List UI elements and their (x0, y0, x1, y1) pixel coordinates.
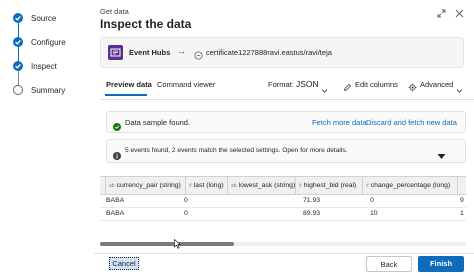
string-type-icon: ab (231, 183, 237, 189)
preview-table: ab currency_pair (string) # last (long) ab… (100, 176, 466, 246)
table-row[interactable]: BABA 0 71.93 0 9 (100, 194, 466, 208)
table-row[interactable]: BABA 0 89.93 10 1 (100, 207, 466, 221)
cancel-button[interactable]: Cancel (100, 256, 148, 272)
column-header-currency-pair[interactable]: ab currency_pair (string) (105, 177, 185, 194)
number-type-icon: # (299, 183, 302, 189)
finish-button[interactable]: Finish (418, 256, 464, 272)
edit-columns-button[interactable]: Edit columns (355, 80, 398, 89)
back-button[interactable]: Back (366, 256, 412, 272)
source-name: Event Hubs (129, 48, 171, 57)
column-header-overflow (457, 177, 466, 194)
column-header-highest-bid[interactable]: # highest_bid (real) (295, 177, 362, 194)
horizontal-scrollbar[interactable] (100, 242, 466, 246)
tab-preview-data[interactable]: Preview data (106, 80, 152, 89)
step-source-check-icon (13, 13, 23, 23)
advanced-button[interactable]: Advanced (420, 80, 453, 89)
fetch-more-data-link[interactable]: Fetch more data (312, 118, 367, 127)
step-summary-circle-icon (13, 85, 23, 95)
tab-preview-underline (105, 94, 147, 96)
info-icon (113, 147, 121, 165)
expand-icon[interactable] (437, 9, 446, 20)
link-icon (194, 47, 203, 65)
edit-columns-icon[interactable] (343, 79, 352, 97)
footer-divider (94, 253, 474, 254)
source-bar: Event Hubs → certificate1227888ravi.east… (100, 37, 464, 68)
format-label: Format: (268, 80, 294, 89)
page-title: Inspect the data (100, 17, 192, 31)
string-type-icon: ab (109, 183, 115, 189)
sample-found-text: Data sample found. (125, 118, 191, 127)
number-type-icon: # (189, 183, 192, 189)
step-summary-label[interactable]: Summary (31, 86, 65, 95)
mouse-cursor-icon (174, 236, 182, 254)
advanced-chevron-down-icon[interactable] (456, 81, 463, 99)
discard-fetch-new-link[interactable]: Discard and fetch new data (366, 118, 457, 127)
toolbar-divider (100, 99, 474, 100)
arrow-right-icon: → (177, 46, 186, 56)
column-header-change-percentage[interactable]: # change_percentage (long) (362, 177, 457, 194)
step-configure-check-icon (13, 37, 23, 47)
horizontal-scrollbar-thumb[interactable] (100, 242, 234, 246)
success-check-icon (113, 118, 121, 136)
format-select[interactable]: JSON (296, 79, 319, 89)
events-message-text: 5 events found, 2 events match the selec… (125, 147, 348, 154)
gear-icon[interactable] (408, 79, 417, 97)
step-inspect-check-icon (13, 61, 23, 71)
step-source-label[interactable]: Source (31, 14, 56, 23)
chevron-down-icon[interactable] (321, 81, 328, 99)
tab-command-viewer[interactable]: Command viewer (157, 80, 215, 89)
sample-found-message-bar: Data sample found. Fetch more data Disca… (106, 111, 466, 133)
step-configure-label[interactable]: Configure (31, 38, 66, 47)
number-type-icon: # (366, 183, 369, 189)
close-icon[interactable] (455, 9, 464, 20)
wizard-stepper: Source Configure Inspect Summary (0, 0, 94, 276)
source-target: certificate1227888ravi.eastus/ravi/teja (206, 48, 332, 57)
table-header: ab currency_pair (string) # last (long) ab… (100, 176, 466, 195)
caret-down-icon[interactable] (437, 147, 446, 165)
event-hubs-icon (108, 45, 123, 60)
breadcrumb: Get data (100, 7, 129, 16)
column-header-lowest-ask[interactable]: ab lowest_ask (string) (227, 177, 295, 194)
events-message-bar[interactable]: 5 events found, 2 events match the selec… (106, 139, 466, 163)
step-inspect-label[interactable]: Inspect (31, 62, 57, 71)
column-header-last[interactable]: # last (long) (185, 177, 227, 194)
